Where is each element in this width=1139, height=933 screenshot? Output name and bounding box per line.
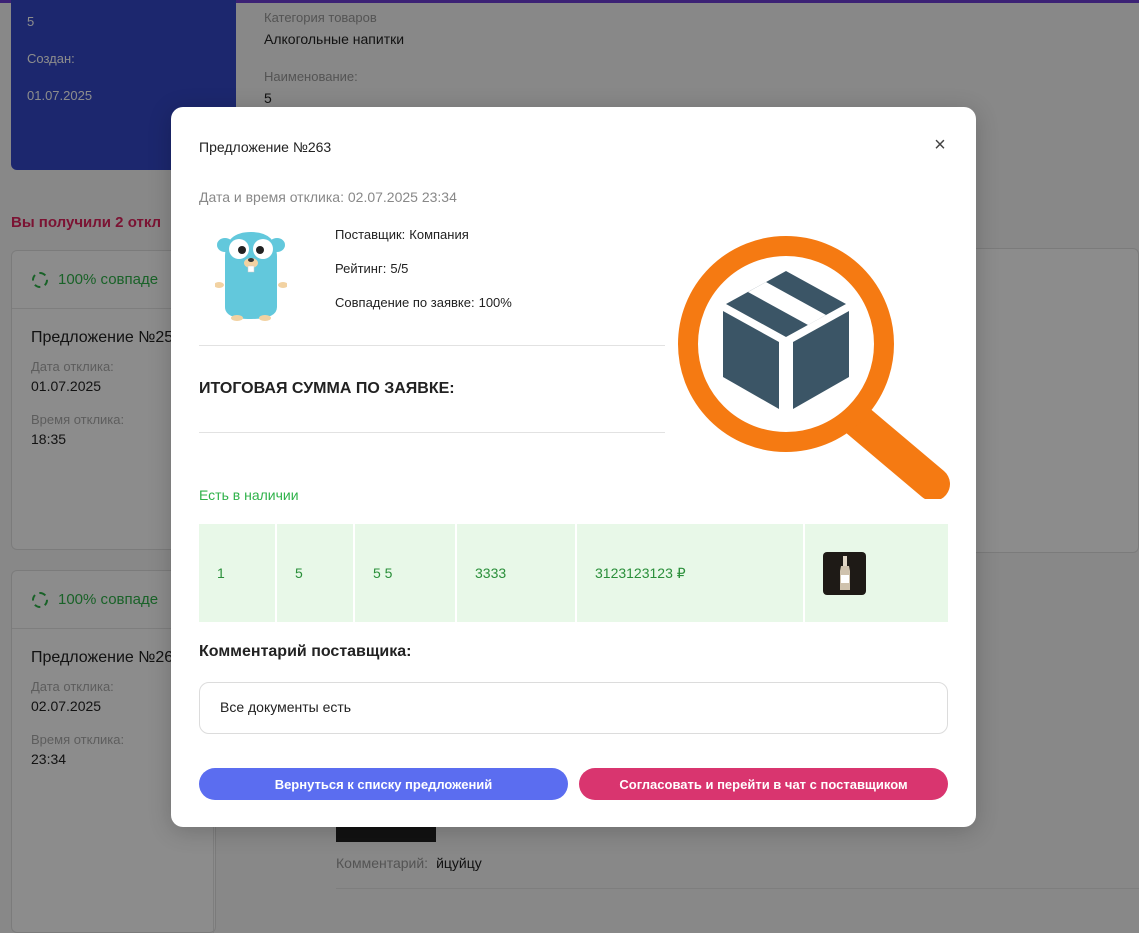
item-total: 3123123123 ₽ <box>577 524 805 622</box>
rating-value: 5/5 <box>390 261 409 276</box>
modal-title: Предложение №263 <box>199 139 332 155</box>
supplier-value: Компания <box>409 227 469 242</box>
gopher-mascot <box>215 232 287 321</box>
supplier-comment-box: Все документы есть <box>199 682 948 734</box>
item-quantity: 5 <box>277 524 355 622</box>
rating-label: Рейтинг: <box>335 261 387 276</box>
agree-and-chat-button[interactable]: Согласовать и перейти в чат с поставщико… <box>579 768 948 800</box>
item-name: 5 5 <box>355 524 457 622</box>
back-to-offers-button[interactable]: Вернуться к списку предложений <box>199 768 568 800</box>
bottle-thumbnail[interactable] <box>823 551 866 595</box>
in-stock-status: Есть в наличии <box>199 487 299 503</box>
match-label: Совпадение по заявке: <box>335 295 475 310</box>
supplier-info: Поставщик: Компания Рейтинг: 5/5 Совпадени… <box>335 227 512 329</box>
item-number: 1 <box>199 524 277 622</box>
divider <box>199 345 665 346</box>
match-value: 100% <box>478 295 512 310</box>
search-box-logo <box>678 236 950 499</box>
response-datetime: Дата и время отклика: 02.07.2025 23:34 <box>199 189 457 205</box>
supplier-label: Поставщик: <box>335 227 406 242</box>
item-row: 1 5 5 5 3333 3123123123 ₽ <box>199 524 948 622</box>
offer-modal: Предложение №263 × Дата и время отклика:… <box>171 107 976 827</box>
close-icon[interactable]: × <box>930 135 950 155</box>
divider <box>199 432 665 433</box>
total-sum-label: ИТОГОВАЯ СУММА ПО ЗАЯВКЕ: <box>199 380 455 397</box>
item-price: 3333 <box>457 524 577 622</box>
supplier-comment-title: Комментарий поставщика: <box>199 643 412 660</box>
item-image-cell <box>805 524 948 622</box>
